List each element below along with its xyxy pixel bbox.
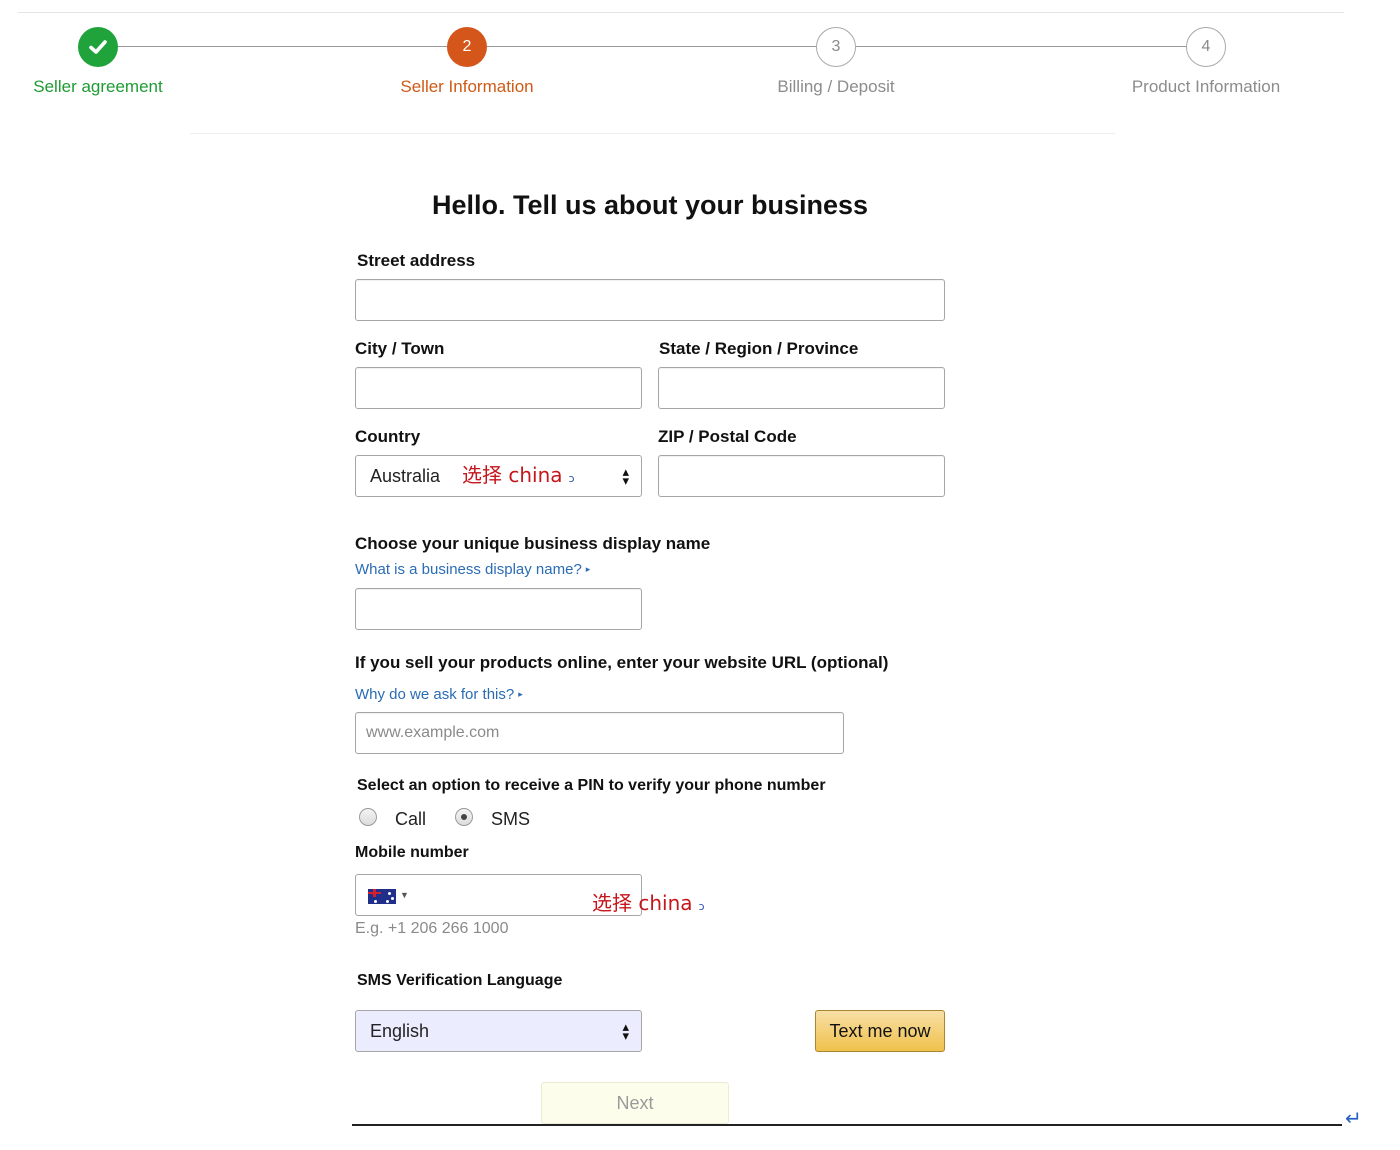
bottom-divider bbox=[352, 1124, 1342, 1126]
display-name-field[interactable] bbox=[355, 588, 642, 630]
step-4-number: 4 bbox=[1186, 27, 1226, 67]
stepper-connector bbox=[487, 46, 816, 47]
zip-input[interactable] bbox=[659, 456, 944, 496]
country-annotation-text: 选择 china bbox=[462, 463, 563, 487]
sms-radio-label[interactable]: SMS bbox=[491, 809, 530, 830]
display-name-help-link[interactable]: What is a business display name? ▸ bbox=[355, 561, 590, 578]
mobile-number-label: Mobile number bbox=[355, 844, 469, 861]
mobile-annotation: 选择 china ↄ bbox=[592, 887, 705, 916]
step-1-label: Seller agreement bbox=[33, 77, 163, 96]
annotation-mark-icon: ↄ bbox=[698, 900, 705, 913]
australia-flag-icon[interactable] bbox=[368, 889, 396, 904]
step-3-number: 3 bbox=[816, 27, 856, 67]
street-address-input[interactable] bbox=[356, 280, 944, 320]
annotation-mark-icon: ↄ bbox=[568, 472, 575, 485]
flag-star bbox=[388, 892, 391, 895]
checkmark-icon bbox=[89, 40, 107, 54]
flag-star bbox=[391, 897, 394, 900]
country-annotation: 选择 china ↄ bbox=[462, 459, 575, 488]
street-address-field[interactable] bbox=[355, 279, 945, 321]
flag-star bbox=[386, 900, 389, 903]
display-name-input[interactable] bbox=[356, 589, 641, 629]
step-1-check-icon bbox=[78, 27, 118, 67]
flag-union-jack bbox=[368, 889, 381, 897]
state-label: State / Region / Province bbox=[659, 339, 859, 358]
mobile-annotation-text: 选择 china bbox=[592, 891, 693, 915]
section-divider bbox=[190, 133, 1115, 134]
street-address-label: Street address bbox=[357, 251, 476, 270]
step-3-label: Billing / Deposit bbox=[777, 77, 895, 96]
website-input[interactable] bbox=[356, 713, 843, 753]
country-selected-value: Australia bbox=[370, 465, 441, 486]
website-help-link[interactable]: Why do we ask for this? ▸ bbox=[355, 686, 523, 703]
call-radio[interactable] bbox=[359, 808, 377, 826]
city-field[interactable] bbox=[355, 367, 642, 409]
sms-language-select[interactable]: English ▴ ▾ bbox=[355, 1010, 642, 1052]
step-2-number: 2 bbox=[447, 27, 487, 67]
next-button[interactable]: Next bbox=[541, 1082, 729, 1124]
return-arrow-icon: ↵ bbox=[1345, 1106, 1362, 1130]
caret-right-icon: ▸ bbox=[585, 564, 591, 574]
state-input[interactable] bbox=[659, 368, 944, 408]
sms-radio[interactable] bbox=[455, 808, 473, 826]
select-arrows-icon: ▴ ▾ bbox=[622, 1019, 629, 1043]
website-help-text[interactable]: Why do we ask for this? bbox=[355, 686, 514, 703]
city-input[interactable] bbox=[356, 368, 641, 408]
sms-language-value: English bbox=[370, 1020, 430, 1041]
display-name-label: Choose your unique business display name bbox=[355, 534, 711, 553]
city-label: City / Town bbox=[355, 339, 445, 358]
text-me-now-button[interactable]: Text me now bbox=[815, 1010, 945, 1052]
country-label: Country bbox=[355, 427, 421, 446]
pin-option-label: Select an option to receive a PIN to ver… bbox=[357, 777, 826, 794]
top-divider bbox=[18, 12, 1344, 13]
website-label: If you sell your products online, enter … bbox=[355, 653, 889, 672]
zip-field[interactable] bbox=[658, 455, 945, 497]
display-name-help-text[interactable]: What is a business display name? bbox=[355, 561, 582, 578]
stepper-connector bbox=[117, 46, 447, 47]
step-2-label: Seller Information bbox=[400, 77, 534, 96]
sms-language-label: SMS Verification Language bbox=[357, 972, 563, 989]
step-4-label: Product Information bbox=[1131, 77, 1281, 96]
zip-label: ZIP / Postal Code bbox=[658, 427, 797, 446]
page-title: Hello. Tell us about your business bbox=[431, 190, 869, 220]
select-arrows-icon: ▴ ▾ bbox=[622, 464, 629, 488]
caret-down-icon[interactable]: ▼ bbox=[400, 890, 409, 900]
stepper-connector bbox=[856, 46, 1186, 47]
state-field[interactable] bbox=[658, 367, 945, 409]
caret-right-icon: ▸ bbox=[518, 689, 523, 699]
website-field[interactable] bbox=[355, 712, 844, 754]
flag-star bbox=[374, 900, 377, 903]
call-radio-label[interactable]: Call bbox=[395, 809, 426, 830]
mobile-example-hint: E.g. +1 206 266 1000 bbox=[355, 920, 509, 937]
